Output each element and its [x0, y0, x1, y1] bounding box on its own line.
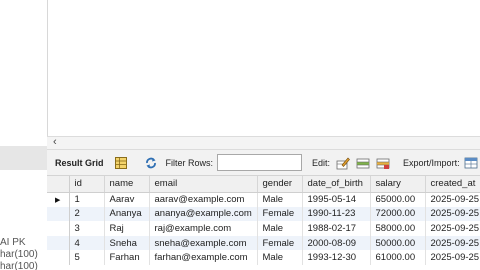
result-grid[interactable]: id name email gender date_of_birth salar…	[47, 176, 480, 265]
column-header[interactable]: id	[69, 176, 105, 193]
navigator-column-info: har(100)	[0, 261, 38, 270]
filter-rows-label: Filter Rows:	[165, 157, 214, 168]
table-cell[interactable]: 2025-09-25	[425, 206, 480, 222]
export-import-label: Export/Import:	[403, 157, 460, 168]
table-cell[interactable]: 3	[69, 221, 105, 236]
delete-row-icon[interactable]	[376, 156, 390, 170]
table-row[interactable]: 5 Farhan farhan@example.com Male 1993-12…	[47, 250, 480, 265]
editor-horizontal-scrollbar[interactable]: ‹	[47, 136, 480, 150]
scroll-left-icon[interactable]: ‹	[53, 136, 57, 148]
table-cell[interactable]: 58000.00	[370, 221, 426, 236]
navigator-selected-band	[0, 146, 47, 170]
table-cell[interactable]: Sneha	[104, 235, 150, 251]
table-cell[interactable]: 2025-09-25	[425, 221, 480, 236]
table-cell[interactable]: Female	[257, 235, 303, 251]
navigator-column-info: har(100)	[0, 249, 38, 260]
navigator-column-info: AI PK	[0, 237, 26, 248]
table-cell[interactable]: 2	[69, 206, 105, 222]
add-row-icon[interactable]	[356, 156, 370, 170]
table-cell[interactable]: farhan@example.com	[149, 250, 258, 265]
export-icon[interactable]	[464, 156, 478, 170]
column-header[interactable]: salary	[370, 176, 426, 193]
table-cell[interactable]: Female	[257, 206, 303, 222]
grid-header-row: id name email gender date_of_birth salar…	[47, 176, 480, 193]
table-cell[interactable]: 1	[69, 192, 105, 207]
row-marker	[47, 250, 70, 265]
table-row[interactable]: 3 Raj raj@example.com Male 1988-02-17 58…	[47, 221, 480, 236]
table-cell[interactable]: 65000.00	[370, 192, 426, 207]
table-cell[interactable]: Ananya	[104, 206, 150, 222]
table-cell[interactable]: 4	[69, 235, 105, 251]
filter-refresh-icon[interactable]	[144, 156, 158, 170]
table-cell[interactable]: raj@example.com	[149, 221, 258, 236]
column-header[interactable]: name	[104, 176, 150, 193]
filter-rows-input[interactable]	[217, 154, 303, 171]
column-header[interactable]: created_at	[425, 176, 480, 193]
table-cell[interactable]: 1988-02-17	[302, 221, 371, 236]
row-marker	[47, 221, 70, 236]
row-marker	[47, 206, 70, 222]
table-cell[interactable]: 2025-09-25	[425, 192, 480, 207]
table-cell[interactable]: 1995-05-14	[302, 192, 371, 207]
column-header[interactable]: email	[149, 176, 258, 193]
table-cell[interactable]: 61000.00	[370, 250, 426, 265]
column-header[interactable]: date_of_birth	[302, 176, 371, 193]
table-cell[interactable]: sneha@example.com	[149, 235, 258, 251]
table-cell[interactable]: 2000-08-09	[302, 235, 371, 251]
table-cell[interactable]: ananya@example.com	[149, 206, 258, 222]
table-cell[interactable]: Male	[257, 221, 303, 236]
table-cell[interactable]: Male	[257, 192, 303, 207]
row-marker-header	[47, 176, 70, 193]
grid-view-icon[interactable]	[114, 156, 128, 170]
edit-label: Edit:	[312, 157, 331, 168]
table-cell[interactable]: Raj	[104, 221, 150, 236]
row-marker	[47, 235, 70, 251]
table-row[interactable]: 4 Sneha sneha@example.com Female 2000-08…	[47, 235, 480, 251]
table-row[interactable]: 2 Ananya ananya@example.com Female 1990-…	[47, 206, 480, 222]
query-editor[interactable]	[47, 0, 480, 136]
table-cell[interactable]: 1993-12-30	[302, 250, 371, 265]
column-header[interactable]: gender	[257, 176, 303, 193]
table-cell[interactable]: Aarav	[104, 192, 150, 207]
table-cell[interactable]: Male	[257, 250, 303, 265]
table-cell[interactable]: 2025-09-25	[425, 235, 480, 251]
edit-row-icon[interactable]	[336, 156, 350, 170]
table-cell[interactable]: 72000.00	[370, 206, 426, 222]
table-row[interactable]: ▶ 1 Aarav aarav@example.com Male 1995-05…	[47, 192, 480, 207]
table-cell[interactable]: 1990-11-23	[302, 206, 371, 222]
table-cell[interactable]: 5	[69, 250, 105, 265]
table-cell[interactable]: 50000.00	[370, 235, 426, 251]
schema-navigator: AI PK har(100) har(100)	[0, 0, 47, 270]
result-grid-label: Result Grid	[55, 157, 104, 168]
current-row-marker: ▶	[47, 192, 70, 207]
result-grid-toolbar: Result Grid Filter Rows: Edit: Export/Im…	[47, 150, 480, 176]
table-cell[interactable]: 2025-09-25	[425, 250, 480, 265]
table-cell[interactable]: Farhan	[104, 250, 150, 265]
table-cell[interactable]: aarav@example.com	[149, 192, 258, 207]
